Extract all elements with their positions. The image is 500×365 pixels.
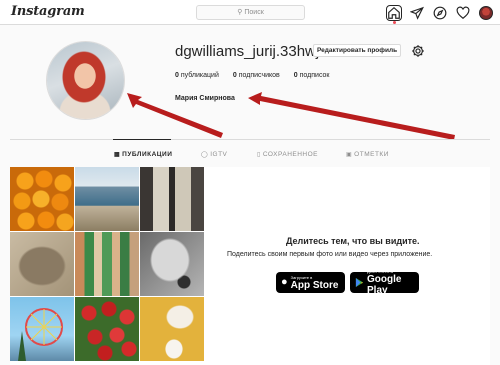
tab-saved-label: СОХРАНЕННОЕ — [262, 151, 319, 158]
grid-photo-oranges[interactable] — [10, 167, 74, 231]
grid-photo-dog[interactable] — [10, 232, 74, 296]
profile-avatar-large[interactable] — [47, 42, 124, 119]
google-play-big-label: Google Play — [367, 274, 402, 296]
active-tab-indicator — [113, 139, 171, 140]
notification-dot — [393, 20, 396, 24]
grid-photo-cacti[interactable] — [75, 232, 139, 296]
grid-icon: ▦ — [114, 152, 121, 158]
profile-username: dgwilliams_jurij.33hwj — [175, 43, 320, 60]
tab-saved[interactable]: ▯ СОХРАНЕННОЕ — [257, 151, 318, 158]
followers-stat[interactable]: 0 подписчиков — [233, 72, 280, 79]
grid-photo-red-flowers[interactable] — [75, 297, 139, 361]
bookmark-icon: ▯ — [257, 152, 261, 158]
posts-label: публикаций — [180, 72, 219, 79]
grid-photo-photobooth[interactable] — [140, 167, 204, 231]
profile-avatar[interactable] — [478, 5, 494, 21]
promo-subtitle: Поделитесь своим первым фото или видео ч… — [227, 251, 433, 258]
profile-full-name: Мария Смирнова — [175, 95, 235, 102]
profile-stats: 0 публикаций 0 подписчиков 0 подписок — [175, 72, 329, 79]
following-count: 0 — [293, 72, 298, 79]
tab-tagged[interactable]: ▣ ОТМЕТКИ — [346, 151, 389, 158]
followers-label: подписчиков — [238, 72, 280, 79]
tab-igtv[interactable]: ◯ IGTV — [201, 151, 227, 158]
promo-title: Делитесь тем, что вы видите. — [286, 236, 420, 246]
tag-icon: ▣ — [346, 152, 353, 158]
following-stat[interactable]: 0 подписок — [294, 72, 330, 79]
google-play-button[interactable]: ДОСТУПНО В Google Play — [350, 269, 419, 296]
explore-icon[interactable] — [432, 5, 448, 21]
nav-icons — [386, 4, 494, 24]
igtv-icon: ◯ — [201, 152, 209, 158]
app-store-button[interactable]: ● Загрузите в App Store — [276, 272, 345, 293]
edit-profile-button[interactable]: Редактировать профиль — [313, 44, 402, 57]
instagram-logo[interactable]: Instagram — [11, 4, 85, 19]
direct-icon[interactable] — [409, 5, 425, 21]
app-store-big-label: App Store — [290, 279, 339, 291]
google-play-text: ДОСТУПНО В Google Play — [367, 269, 414, 296]
followers-count: 0 — [232, 72, 237, 79]
tab-igtv-label: IGTV — [210, 151, 228, 158]
tab-tagged-label: ОТМЕТКИ — [354, 151, 389, 158]
google-play-icon — [355, 274, 364, 292]
grid-photo-dog-yellow[interactable] — [140, 297, 204, 361]
tab-posts[interactable]: ▦ ПУБЛИКАЦИИ — [114, 151, 172, 158]
search-placeholder: Поиск — [244, 9, 264, 16]
search-input[interactable]: ⚲ Поиск — [196, 5, 305, 20]
grid-photo-ferris-wheel[interactable] — [10, 297, 74, 361]
avatar — [479, 5, 493, 20]
following-label: подписок — [299, 72, 330, 79]
home-icon[interactable] — [386, 4, 402, 24]
tabs-divider — [10, 139, 490, 140]
annotation-arrow-to-name — [248, 92, 455, 140]
top-nav-bar: Instagram ⚲ Поиск — [0, 0, 500, 25]
posts-count: 0 — [175, 72, 179, 79]
activity-icon[interactable] — [455, 5, 471, 21]
grid-photo-baby[interactable] — [140, 232, 204, 296]
tab-posts-label: ПУБЛИКАЦИИ — [122, 151, 173, 158]
apple-icon: ● — [281, 276, 288, 288]
gear-icon[interactable] — [411, 44, 425, 58]
search-icon: ⚲ — [237, 9, 243, 16]
app-store-text: Загрузите в App Store — [291, 275, 339, 291]
posts-stat: 0 публикаций — [175, 72, 219, 79]
grid-photo-coast[interactable] — [75, 167, 139, 231]
